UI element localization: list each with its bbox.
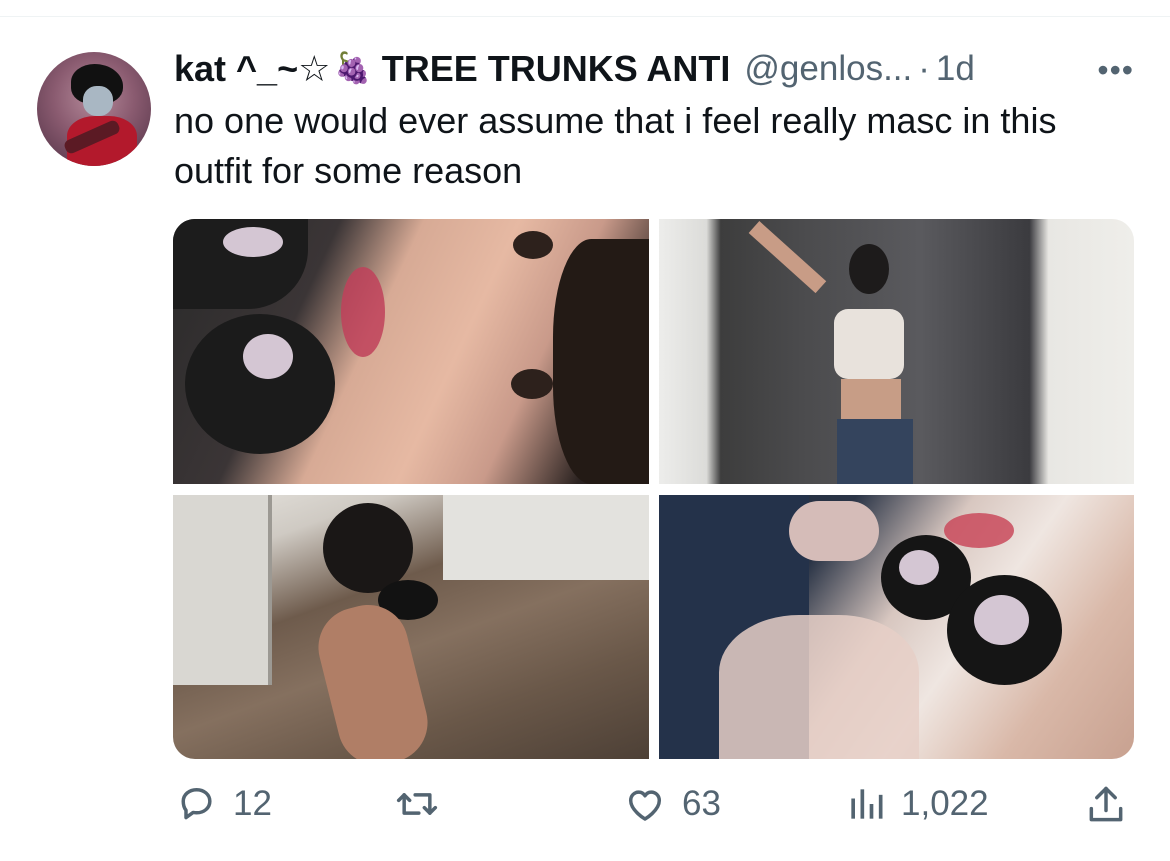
views-bar-chart-icon [851, 789, 883, 819]
sticker [974, 595, 1029, 645]
arm [748, 221, 827, 294]
eye [513, 231, 553, 259]
display-name-suffix[interactable]: TREE TRUNKS ANTI [382, 48, 731, 90]
views-button[interactable]: 1,022 [845, 782, 989, 826]
tweet-text: no one would ever assume that i feel rea… [174, 100, 1057, 191]
retweet-button[interactable] [393, 782, 455, 826]
share-upload-icon [1089, 786, 1123, 822]
sticker [899, 550, 939, 585]
sticker [243, 334, 293, 379]
photo-2[interactable] [659, 219, 1134, 484]
view-count: 1,022 [901, 784, 989, 823]
reply-count: 12 [233, 784, 272, 823]
desk [443, 495, 649, 580]
like-button[interactable]: 63 [622, 782, 721, 826]
avatar-face [83, 86, 113, 116]
head [849, 244, 889, 294]
tweet-timestamp[interactable]: 1d [936, 49, 975, 89]
grapes-emoji-icon: 🍇 [334, 52, 372, 85]
tweet-actions: 12 63 1,022 [0, 770, 1170, 840]
photo-4[interactable] [659, 495, 1134, 759]
user-handle[interactable]: @genlos... [744, 49, 912, 89]
heart-icon [628, 790, 662, 821]
separator-dot: · [918, 49, 930, 88]
eye [511, 369, 553, 399]
share-button[interactable] [1084, 782, 1128, 828]
photo-1[interactable] [173, 219, 649, 484]
tweet-header: kat ^_~☆ 🍇 TREE TRUNKS ANTI @genlos... ·… [174, 44, 1134, 94]
legs [719, 615, 919, 759]
top-divider [0, 16, 1170, 17]
avatar[interactable] [37, 52, 151, 166]
retweet-icon [396, 793, 438, 815]
more-dots-icon[interactable]: ••• [1097, 52, 1134, 89]
lips [944, 513, 1014, 548]
arm [309, 596, 437, 759]
reply-button[interactable]: 12 [175, 782, 272, 826]
lips [341, 267, 385, 357]
head [323, 503, 413, 593]
photo-3[interactable] [173, 495, 649, 759]
reply-bubble-icon [181, 787, 212, 820]
torso [841, 379, 901, 419]
like-count: 63 [682, 784, 721, 823]
hair [553, 239, 649, 484]
jeans [837, 419, 913, 484]
top [834, 309, 904, 379]
cabinet [173, 495, 272, 685]
sticker [223, 227, 283, 257]
media-grid [173, 219, 1134, 759]
cloth [789, 501, 879, 561]
display-name[interactable]: kat ^_~☆ [174, 48, 330, 90]
